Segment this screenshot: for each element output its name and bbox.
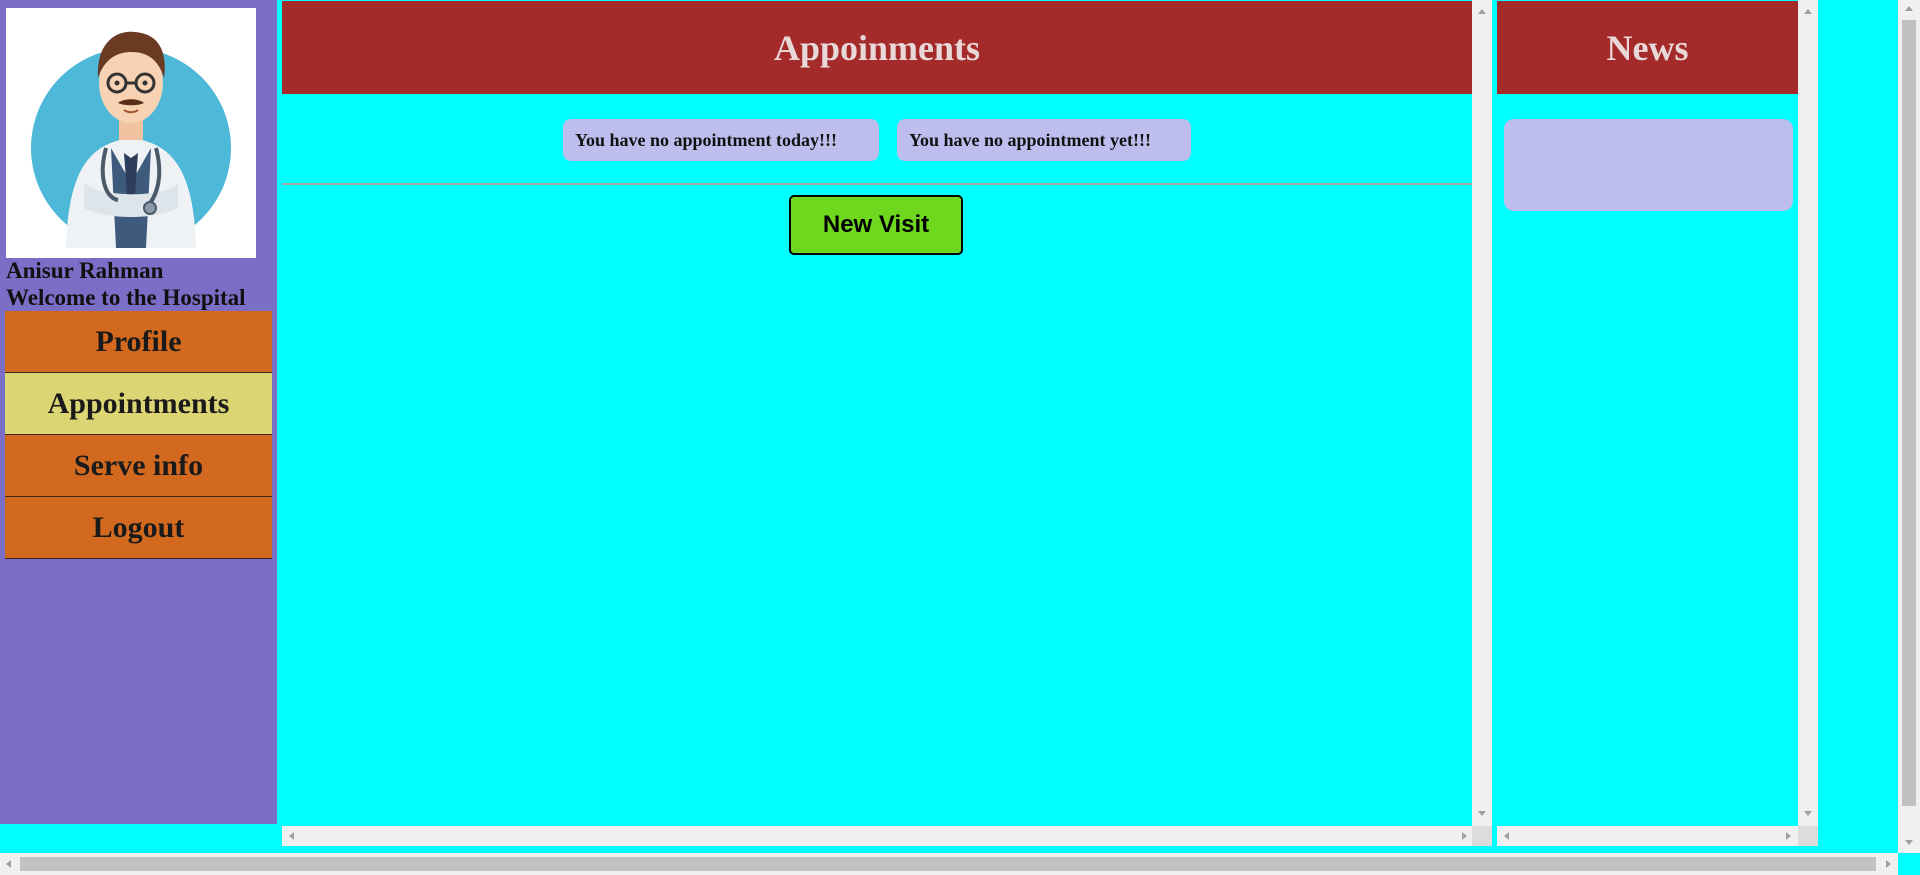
scroll-right-icon[interactable]	[1886, 860, 1891, 868]
welcome-text: Welcome to the Hospital	[6, 285, 246, 310]
sidebar-item-profile[interactable]: Profile	[5, 311, 272, 373]
page: Anisur Rahman Welcome to the Hospital Pr…	[0, 0, 1920, 875]
new-visit-button[interactable]: New Visit	[789, 195, 963, 255]
scroll-left-icon[interactable]	[6, 860, 11, 868]
scroll-up-icon[interactable]	[1905, 6, 1913, 11]
news-title: News	[1606, 27, 1689, 68]
divider	[282, 183, 1472, 185]
page-horizontal-scroll-thumb[interactable]	[20, 857, 1876, 871]
appointments-panel: Appoinments You have no appointment toda…	[277, 0, 1492, 848]
news-vertical-scrollbar[interactable]	[1798, 0, 1818, 826]
scrollbar-corner	[1472, 826, 1492, 846]
sidebar-item-appointments[interactable]: Appointments	[5, 373, 272, 435]
sidebar-nav: Profile Appointments Serve info Logout	[5, 311, 272, 559]
scroll-down-icon[interactable]	[1804, 811, 1812, 816]
appointments-header: Appoinments	[282, 1, 1472, 94]
scroll-right-icon[interactable]	[1786, 832, 1791, 840]
scrollbar-corner	[1798, 826, 1818, 846]
news-panel: News	[1495, 0, 1820, 848]
notice-no-appointment-today: You have no appointment today!!!	[563, 119, 879, 161]
scroll-left-icon[interactable]	[1504, 832, 1509, 840]
news-header: News	[1497, 1, 1798, 94]
news-content-box	[1504, 119, 1793, 211]
scroll-up-icon[interactable]	[1804, 9, 1812, 14]
doctor-avatar-icon	[31, 31, 231, 248]
scroll-up-icon[interactable]	[1478, 9, 1486, 14]
main-horizontal-scrollbar[interactable]	[282, 826, 1472, 846]
scroll-down-icon[interactable]	[1478, 811, 1486, 816]
main-vertical-scrollbar[interactable]	[1472, 0, 1492, 826]
news-horizontal-scrollbar[interactable]	[1497, 826, 1798, 846]
scroll-left-icon[interactable]	[289, 832, 294, 840]
scroll-right-icon[interactable]	[1462, 832, 1467, 840]
avatar	[6, 8, 256, 258]
sidebar: Anisur Rahman Welcome to the Hospital Pr…	[0, 0, 277, 824]
page-title: Appoinments	[773, 27, 981, 68]
notice-no-appointment-yet: You have no appointment yet!!!	[897, 119, 1191, 161]
sidebar-item-serve-info[interactable]: Serve info	[5, 435, 272, 497]
sidebar-item-logout[interactable]: Logout	[5, 497, 272, 559]
page-vertical-scroll-thumb[interactable]	[1902, 20, 1916, 806]
scroll-down-icon[interactable]	[1905, 840, 1913, 845]
user-name: Anisur Rahman	[6, 258, 164, 283]
